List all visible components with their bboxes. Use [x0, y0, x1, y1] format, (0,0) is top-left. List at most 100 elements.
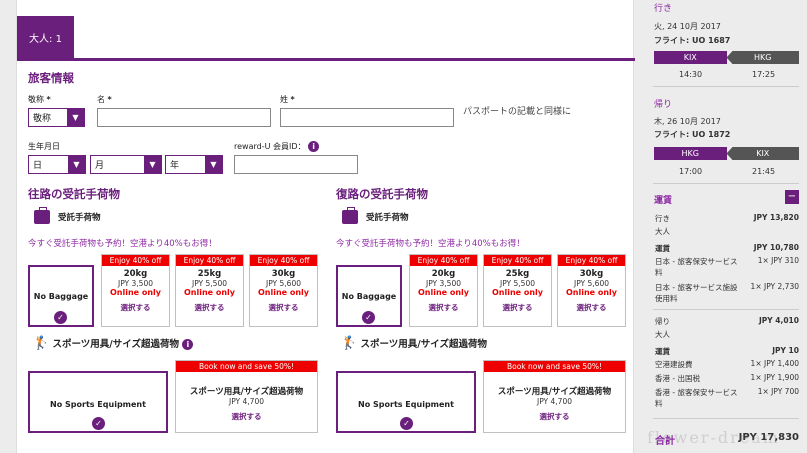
- given-name-input[interactable]: [97, 108, 271, 127]
- reward-id-input[interactable]: [234, 155, 358, 174]
- golf-bag-icon: 🏌: [341, 336, 358, 351]
- golf-bag-icon: 🏌: [33, 336, 50, 351]
- online-only: Online only: [417, 288, 470, 297]
- outbound-fare-row: 行き JPY 13,820: [655, 213, 799, 223]
- check-icon: ✓: [400, 417, 413, 430]
- sports-equipment-option[interactable]: Book now and save 50%! スポーツ用具/サイズ超過荷物 JP…: [175, 360, 318, 433]
- outbound-flight: フライト: UO 1687: [654, 36, 731, 45]
- checked-baggage-label: 受託手荷物: [366, 213, 409, 223]
- select-link[interactable]: 選択する: [102, 302, 169, 313]
- weight: 30kg: [271, 269, 296, 279]
- sports-equipment-header: 🏌 スポーツ用具/サイズ超過荷物: [341, 336, 487, 351]
- baggage-option-20kg[interactable]: Enjoy 40% off 20kg JPY 3,500 Online only…: [409, 254, 478, 327]
- no-baggage-option[interactable]: No Baggage ✓: [336, 265, 402, 327]
- discount-tag: Enjoy 40% off: [176, 255, 243, 266]
- fee-line: 香港 - 旅客保安サービス料 1× JPY 700: [655, 387, 799, 408]
- collapse-icon[interactable]: −: [785, 190, 799, 204]
- tab-adult-1[interactable]: 大人: 1: [17, 16, 74, 59]
- no-sports-equipment-option[interactable]: No Sports Equipment ✓: [28, 371, 168, 433]
- discount-tag: Enjoy 40% off: [102, 255, 169, 266]
- return-route-bar: HKG KIX: [654, 147, 799, 160]
- outbound-date: 火, 24 10月 2017: [654, 22, 721, 31]
- price: JPY 5,500: [499, 279, 535, 288]
- select-link[interactable]: 選択する: [250, 302, 317, 313]
- select-link[interactable]: 選択する: [176, 411, 317, 422]
- checked-baggage-label: 受託手荷物: [58, 213, 101, 223]
- surname-input[interactable]: [280, 108, 454, 127]
- passenger-info-title: 旅客情報: [28, 71, 74, 85]
- no-baggage-option[interactable]: No Baggage ✓: [28, 265, 94, 327]
- divider: [653, 183, 799, 184]
- online-only: Online only: [183, 288, 236, 297]
- return-date: 木, 26 10月 2017: [654, 117, 721, 126]
- baggage-option-25kg[interactable]: Enjoy 40% off 25kg JPY 5,500 Online only…: [175, 254, 244, 327]
- dob-year-select[interactable]: 年 ▼: [165, 155, 223, 174]
- discount-tag: Enjoy 40% off: [558, 255, 625, 266]
- no-baggage-label: No Baggage: [341, 292, 397, 301]
- surname-label: 姓 *: [280, 95, 295, 104]
- divider: [653, 309, 799, 310]
- dob-day-select[interactable]: 日 ▼: [28, 155, 86, 174]
- info-icon[interactable]: i: [308, 141, 320, 152]
- weight: 25kg: [505, 269, 530, 279]
- sports-equipment-header: 🏌 スポーツ用具/サイズ超過荷物 i: [33, 336, 194, 351]
- baggage-promo-text: 今すぐ受託手荷物も予約！空港より40%もお得！: [28, 239, 217, 249]
- baggage-promo-text: 今すぐ受託手荷物も予約！空港より40%もお得！: [336, 239, 525, 249]
- chevron-down-icon: ▼: [205, 156, 222, 173]
- weight: 30kg: [579, 269, 604, 279]
- sports-name: スポーツ用具/サイズ超過荷物: [189, 387, 304, 397]
- price: JPY 5,500: [191, 279, 227, 288]
- select-link[interactable]: 選択する: [558, 302, 625, 313]
- fare-heading: 運賃: [654, 196, 673, 206]
- tab-label: 大人: 1: [29, 34, 62, 45]
- discount-tag: Enjoy 40% off: [250, 255, 317, 266]
- baggage-option-30kg[interactable]: Enjoy 40% off 30kg JPY 5,600 Online only…: [557, 254, 626, 327]
- baggage-option-25kg[interactable]: Enjoy 40% off 25kg JPY 5,500 Online only…: [483, 254, 552, 327]
- passport-note: パスポートの記載と同様に: [463, 107, 572, 117]
- no-sports-label: No Sports Equipment: [358, 400, 454, 409]
- online-only: Online only: [565, 288, 618, 297]
- origin: HKG: [654, 147, 727, 160]
- chevron-down-icon: ▼: [67, 109, 84, 126]
- discount-tag: Enjoy 40% off: [410, 255, 477, 266]
- no-sports-label: No Sports Equipment: [50, 400, 146, 409]
- check-icon: ✓: [54, 311, 67, 324]
- reward-id-label: reward-U 会員ID： i: [234, 141, 320, 152]
- check-icon: ✓: [362, 311, 375, 324]
- chevron-down-icon: ▼: [68, 156, 85, 173]
- fare-line: 運賃 JPY 10,780: [655, 243, 799, 253]
- outbound-dep-time: 14:30: [679, 70, 703, 79]
- discount-tag: Book now and save 50%!: [484, 361, 625, 372]
- title-label: 敬称 *: [28, 95, 51, 104]
- check-icon: ✓: [92, 417, 105, 430]
- info-icon[interactable]: i: [182, 339, 194, 350]
- booking-form-panel: 大人: 1 旅客情報 敬称 * 敬称 ▼ 名 * 姓 * パスポートの記載と同様に…: [16, 0, 635, 453]
- dob-month-select[interactable]: 月 ▼: [90, 155, 162, 174]
- fare-line: 運賃 JPY 10: [655, 346, 799, 356]
- baggage-option-30kg[interactable]: Enjoy 40% off 30kg JPY 5,600 Online only…: [249, 254, 318, 327]
- weight: 20kg: [431, 269, 456, 279]
- online-only: Online only: [491, 288, 544, 297]
- baggage-option-20kg[interactable]: Enjoy 40% off 20kg JPY 3,500 Online only…: [101, 254, 170, 327]
- fee-line: 日本 - 旅客保安サービス料 1× JPY 310: [655, 256, 799, 277]
- select-link[interactable]: 選択する: [176, 302, 243, 313]
- fee-line: 日本 - 旅客サービス施設使用料 1× JPY 2,730: [655, 282, 799, 303]
- select-link[interactable]: 選択する: [410, 302, 477, 313]
- discount-tag: Book now and save 50%!: [176, 361, 317, 372]
- title-select[interactable]: 敬称 ▼: [28, 108, 85, 127]
- return-arr-time: 21:45: [752, 167, 776, 176]
- sports-equipment-option[interactable]: Book now and save 50%! スポーツ用具/サイズ超過荷物 JP…: [483, 360, 626, 433]
- no-baggage-label: No Baggage: [33, 292, 89, 301]
- select-link[interactable]: 選択する: [484, 411, 625, 422]
- return-flight: フライト: UO 1872: [654, 130, 731, 139]
- fee-line: 香港 - 出国税 1× JPY 1,900: [655, 373, 799, 383]
- select-link[interactable]: 選択する: [484, 302, 551, 313]
- divider: [653, 418, 799, 419]
- fee-line: 空港建設費 1× JPY 1,400: [655, 359, 799, 369]
- outbound-heading: 行き: [654, 4, 673, 14]
- price: JPY 4,700: [536, 397, 572, 406]
- discount-tag: Enjoy 40% off: [484, 255, 551, 266]
- no-sports-equipment-option[interactable]: No Sports Equipment ✓: [336, 371, 476, 433]
- watermark: flower-dream: [647, 428, 780, 447]
- given-name-label: 名 *: [97, 95, 112, 104]
